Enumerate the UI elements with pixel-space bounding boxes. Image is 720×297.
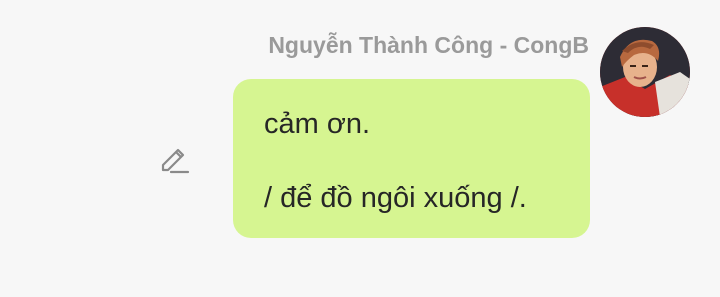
message-line-gap — [264, 143, 560, 180]
message-bubble[interactable]: cảm ơn. / để đồ ngôi xuống /. — [233, 79, 590, 238]
pencil-icon[interactable] — [159, 144, 191, 174]
avatar-photo — [600, 27, 690, 117]
message-line-2: / để đồ ngôi xuống /. — [264, 182, 527, 214]
message-line-1: cảm ơn. — [264, 108, 371, 140]
sender-name: Nguyễn Thành Công - CongB — [268, 32, 589, 58]
avatar[interactable] — [600, 27, 690, 117]
